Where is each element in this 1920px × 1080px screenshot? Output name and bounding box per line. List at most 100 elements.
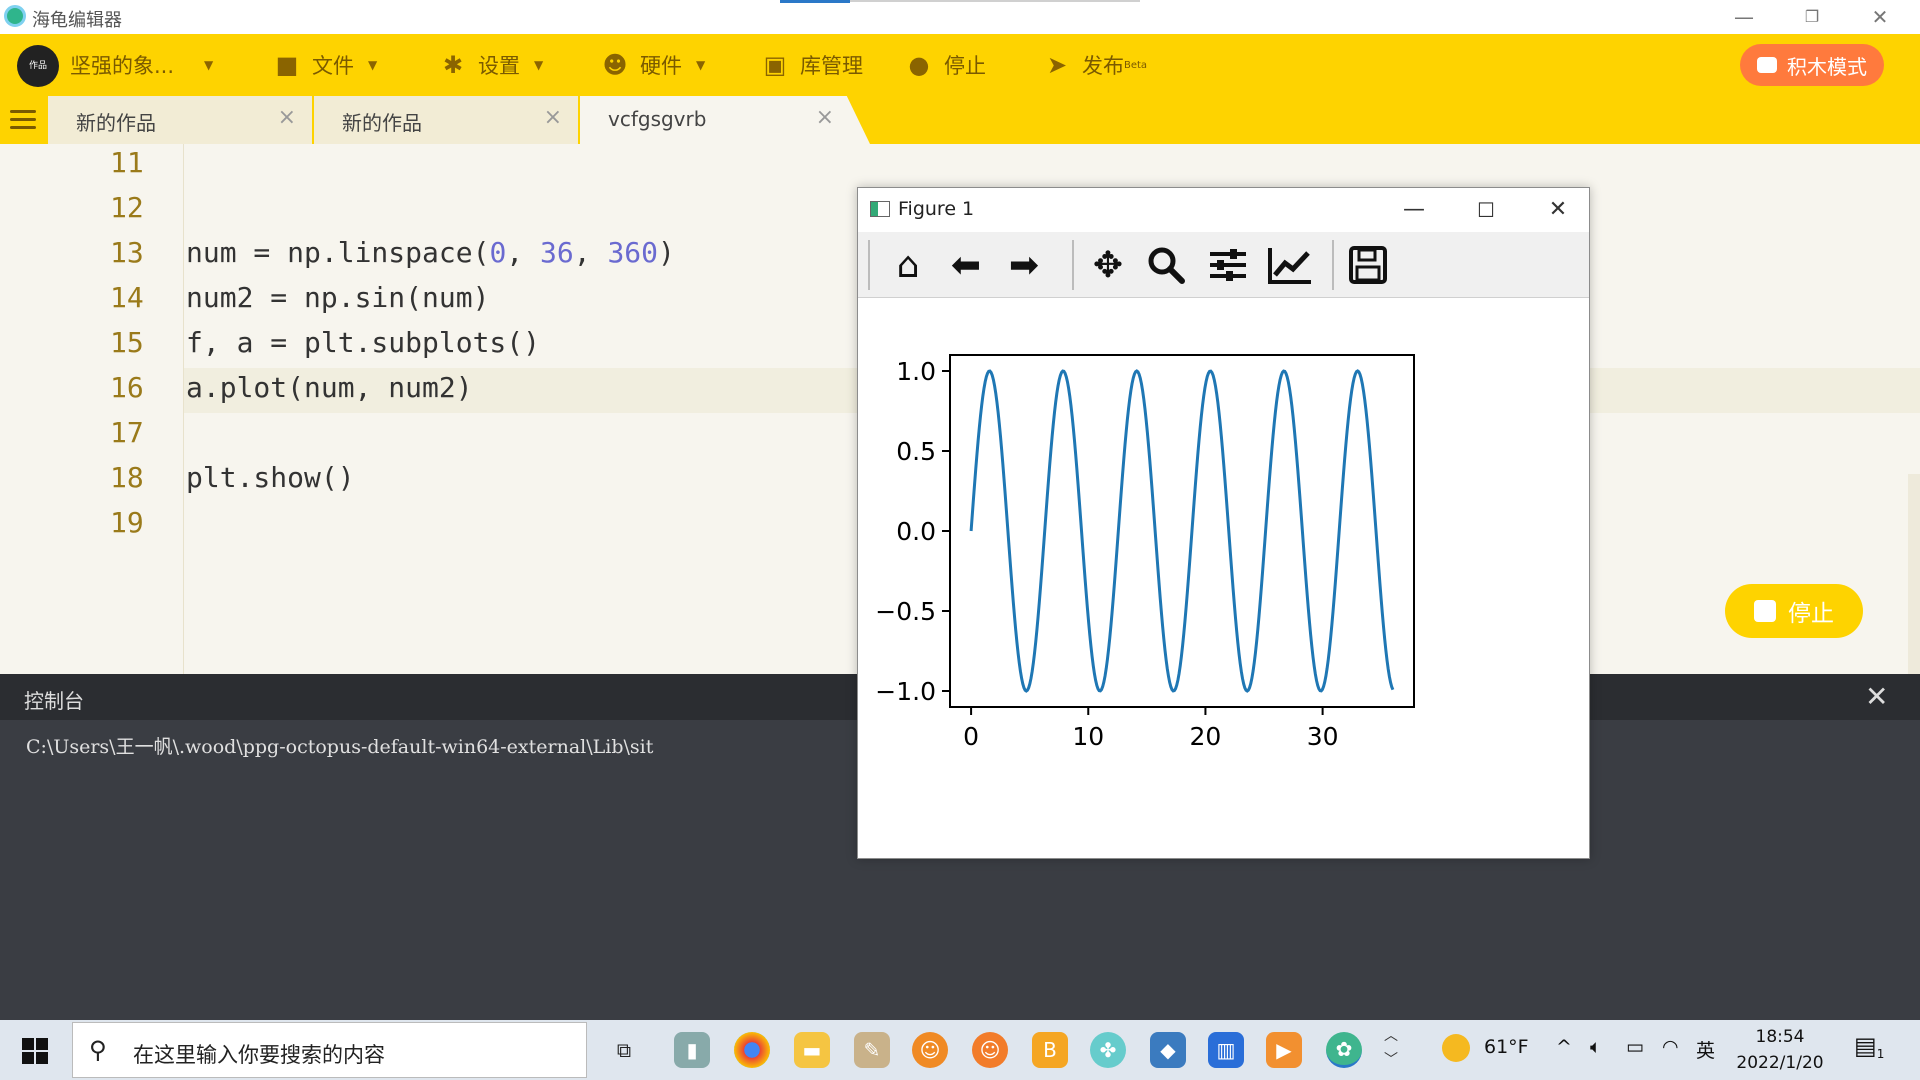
figure-close-button[interactable]: ✕ — [1529, 192, 1587, 228]
close-button[interactable]: ✕ — [1852, 0, 1908, 34]
plot-canvas[interactable]: 1.0 0.5 0.0 −0.5 −1.0 0 10 20 30 — [858, 299, 1589, 857]
user-menu[interactable]: 坚强的象... ▼ — [70, 49, 213, 81]
title-bar: 海龟编辑器 — ❐ ✕ — [0, 0, 1920, 34]
search-placeholder: 在这里输入你要搜索的内容 — [133, 1043, 385, 1067]
avatar[interactable]: 作品 — [17, 45, 59, 87]
minimize-button[interactable]: — — [1716, 0, 1772, 34]
line-number: 11 — [110, 146, 144, 179]
tab-label: 新的作品 — [76, 111, 156, 135]
home-icon[interactable]: ⌂ — [884, 242, 932, 288]
toolbar-separator — [1072, 240, 1074, 290]
tab-bar: 新的作品 × 新的作品 × vcfgsgvrb × — [0, 96, 1920, 144]
x-tick-label: 20 — [1190, 722, 1222, 751]
tab-2[interactable]: 新的作品 × — [314, 96, 578, 144]
tab-label: 新的作品 — [342, 111, 422, 135]
b-app-icon[interactable]: B — [1032, 1032, 1068, 1068]
publish-button[interactable]: ➤ 发布 Beta — [1044, 49, 1147, 81]
video-app-icon[interactable]: ▶ — [1266, 1032, 1302, 1068]
chart-svg — [1268, 248, 1311, 284]
chrome-icon[interactable] — [734, 1032, 770, 1068]
microphone-app-icon[interactable]: ▮ — [674, 1032, 710, 1068]
wifi-icon[interactable]: ◠ — [1662, 1036, 1679, 1058]
folder-icon: ■ — [275, 51, 299, 79]
toolbar-grip — [868, 240, 870, 290]
forward-icon[interactable]: ➡ — [1000, 242, 1048, 288]
hardware-menu-label: 硬件 — [640, 54, 682, 78]
code-line[interactable]: num2 = np.sin(num) — [186, 281, 489, 314]
code-line[interactable]: f, a = plt.subplots() — [186, 326, 540, 359]
volume-icon[interactable]: 🔈︎ — [1590, 1036, 1601, 1058]
menu-icon[interactable] — [10, 110, 36, 130]
weather-temperature[interactable]: 61°F — [1484, 1036, 1529, 1058]
scratch-icon[interactable]: ☺ — [912, 1032, 948, 1068]
restore-button[interactable]: ❐ — [1784, 0, 1840, 34]
notification-count: 1 — [1876, 1047, 1885, 1061]
taskbar-search[interactable]: ⚲ 在这里输入你要搜索的内容 — [72, 1022, 587, 1078]
line-number: 12 — [110, 191, 144, 224]
publish-label: 发布 — [1082, 54, 1124, 78]
close-console-icon[interactable]: ✕ — [1865, 680, 1888, 713]
close-tab-icon[interactable]: × — [544, 105, 562, 130]
file-menu[interactable]: ■ 文件 ▼ — [274, 49, 378, 81]
battery-icon[interactable]: ▭ — [1626, 1036, 1644, 1058]
tab-1[interactable]: 新的作品 × — [48, 96, 312, 144]
code-line[interactable]: num = np.linspace(0, 36, 360) — [186, 236, 675, 269]
save-icon[interactable] — [1344, 242, 1392, 288]
stop-run-button[interactable]: 停止 — [1725, 584, 1863, 638]
input-method-indicator[interactable]: 英 — [1696, 1036, 1715, 1063]
scratch-junior-icon[interactable]: ☺ — [972, 1032, 1008, 1068]
zoom-icon[interactable] — [1142, 242, 1190, 288]
audio-app-icon[interactable]: ▥ — [1208, 1032, 1244, 1068]
network-app-icon[interactable]: ✤ — [1090, 1032, 1126, 1068]
python-icon[interactable]: ◆ — [1150, 1032, 1186, 1068]
windows-start-icon[interactable] — [22, 1038, 48, 1064]
notification-icon[interactable]: ▤1 — [1854, 1032, 1885, 1061]
floppy-svg — [1349, 246, 1387, 284]
line-number: 15 — [110, 326, 144, 359]
scroll-taskbar-icon[interactable]: ︿ ﹀ — [1384, 1024, 1398, 1072]
magnifier-svg — [1148, 247, 1185, 284]
figure-icon — [870, 201, 890, 217]
sliders-svg — [1210, 249, 1246, 281]
turtle-editor-taskbar-icon[interactable]: ✿ — [1326, 1032, 1362, 1068]
back-icon[interactable]: ⬅ — [942, 242, 990, 288]
clock[interactable]: 18:54 2022/1/20 — [1728, 1024, 1832, 1076]
stop-run-label: 停止 — [1788, 601, 1834, 627]
figure-window: Figure 1 — ☐ ✕ ⌂ ⬅ ➡ ✥ 1.0 0.5 0.0 −0.5 −1.0… — [857, 187, 1590, 859]
editor-scrollbar[interactable] — [1908, 474, 1920, 684]
file-explorer-icon[interactable]: ▬ — [794, 1032, 830, 1068]
pan-icon[interactable]: ✥ — [1084, 242, 1132, 288]
beta-badge: Beta — [1124, 59, 1148, 71]
edit-curve-icon[interactable] — [1266, 242, 1314, 288]
stop-toolbar-button[interactable]: ● 停止 — [906, 49, 986, 81]
tray-expand-icon[interactable]: ^ — [1556, 1036, 1572, 1058]
code-line[interactable]: plt.show() — [186, 461, 355, 494]
app-icon — [4, 5, 26, 27]
hardware-menu[interactable]: ☻ 硬件 ▼ — [602, 49, 705, 81]
stop-toolbar-label: 停止 — [944, 54, 986, 78]
settings-menu[interactable]: ✱ 设置 ▼ — [440, 49, 543, 81]
blocks-mode-button[interactable]: 积木模式 — [1740, 44, 1884, 86]
close-tab-icon[interactable]: × — [816, 105, 834, 130]
blocks-icon — [1757, 57, 1777, 73]
paper-plane-icon: ➤ — [1046, 51, 1068, 79]
paint-app-icon[interactable]: ✎ — [854, 1032, 890, 1068]
tab-3-active[interactable]: vcfgsgvrb × — [580, 96, 870, 144]
chevron-down-icon: ▼ — [696, 58, 706, 72]
line-number: 14 — [110, 281, 144, 314]
code-line[interactable]: a.plot(num, num2) — [186, 371, 473, 404]
figure-maximize-button[interactable]: ☐ — [1457, 192, 1515, 228]
library-button[interactable]: ▣ 库管理 — [762, 49, 863, 81]
close-tab-icon[interactable]: × — [278, 105, 296, 130]
library-label: 库管理 — [800, 54, 863, 78]
line-number: 18 — [110, 461, 144, 494]
subplots-icon[interactable] — [1204, 242, 1252, 288]
gear-icon: ✱ — [442, 51, 464, 79]
main-toolbar: 作品 坚强的象... ▼ ■ 文件 ▼ ✱ 设置 ▼ ☻ 硬件 ▼ ▣ 库管理 … — [0, 34, 1920, 96]
y-tick-label: 0.5 — [896, 437, 936, 466]
task-view-icon[interactable]: ⧉ — [606, 1032, 642, 1068]
y-tick-label: 0.0 — [896, 517, 936, 546]
figure-title-bar: Figure 1 — ☐ ✕ — [858, 188, 1589, 232]
console-output: C:\Users\王一帆\.wood\ppg-octopus-default-w… — [26, 736, 654, 758]
figure-minimize-button[interactable]: — — [1385, 192, 1443, 228]
